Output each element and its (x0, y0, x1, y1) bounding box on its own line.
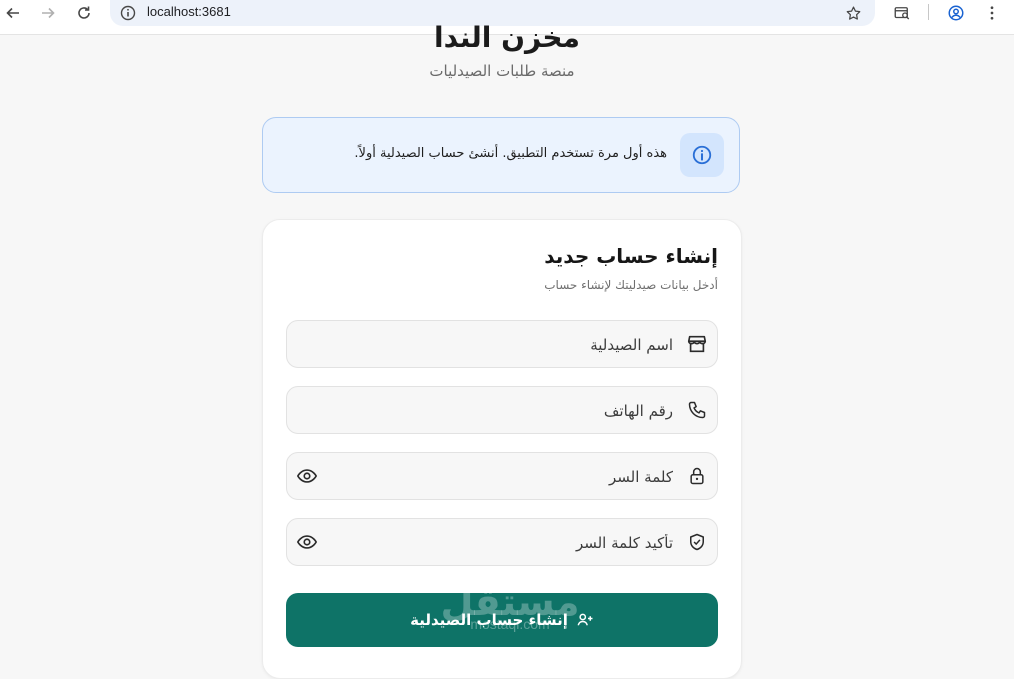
eye-icon (297, 469, 317, 483)
url-text[interactable]: localhost:3681 (147, 4, 231, 19)
phone-field[interactable] (286, 386, 718, 435)
create-account-label: إنشاء حساب الصيدلية (410, 611, 568, 629)
first-use-notice: هذه أول مرة تستخدم التطبيق. أنشئ حساب ال… (262, 117, 740, 193)
shield-check-icon (686, 531, 708, 553)
create-account-button[interactable]: إنشاء حساب الصيدلية (286, 593, 718, 647)
pharmacy-name-field[interactable] (286, 320, 718, 369)
eye-icon (297, 535, 317, 549)
card-title: إنشاء حساب جديد (544, 244, 718, 268)
show-confirm-password-toggle[interactable] (295, 531, 319, 553)
confirm-password-input[interactable] (341, 519, 675, 567)
password-input[interactable] (341, 453, 675, 501)
notice-text: هذه أول مرة تستخدم التطبيق. أنشئ حساب ال… (354, 146, 667, 161)
card-subtitle: أدخل بيانات صيدليتك لإنشاء حساب (544, 278, 718, 292)
store-icon (686, 333, 708, 355)
signup-card: إنشاء حساب جديد أدخل بيانات صيدليتك لإنش… (262, 219, 742, 679)
user-plus-icon (577, 613, 593, 626)
password-field[interactable] (286, 452, 718, 501)
phone-input[interactable] (341, 387, 675, 435)
show-password-toggle[interactable] (295, 465, 319, 487)
lock-icon (686, 465, 708, 487)
app-subtitle: منصة طلبات الصيدليات (429, 62, 575, 80)
pharmacy-name-input[interactable] (341, 321, 675, 369)
app-title: مخزن الندا (434, 21, 580, 54)
confirm-password-field[interactable] (286, 518, 718, 567)
info-icon (692, 145, 712, 165)
phone-icon (686, 399, 708, 421)
info-icon-container (680, 133, 724, 177)
